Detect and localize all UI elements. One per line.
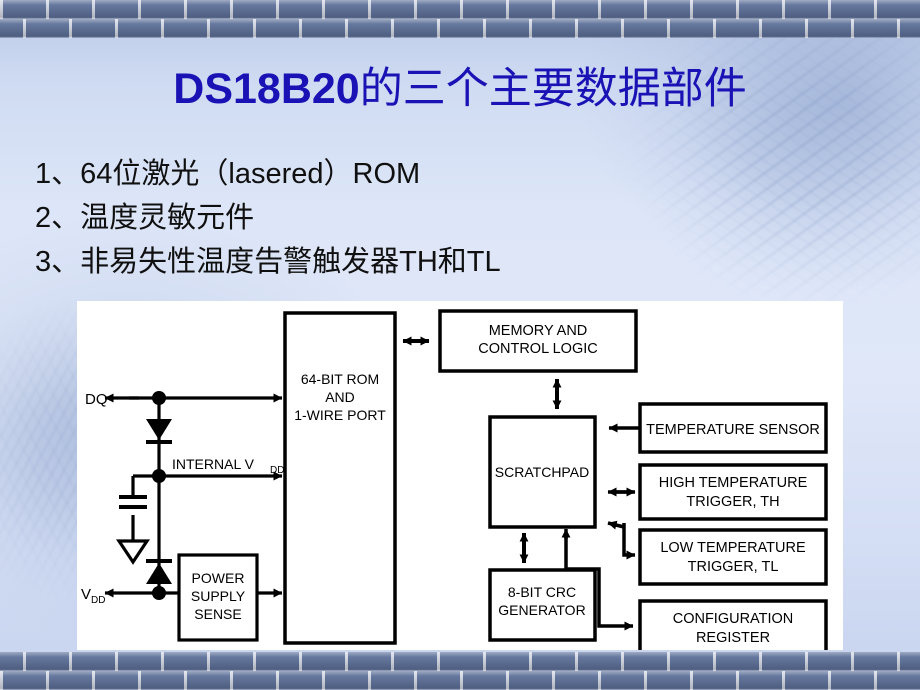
block-label: HIGH TEMPERATURE [659, 475, 808, 491]
list-item: 3、非易失性温度告警触发器TH和TL [35, 246, 501, 278]
junction-dot [152, 469, 166, 483]
page-title-en: DS18B20 [173, 65, 360, 113]
block-high-temperature-trigger: HIGH TEMPERATURE TRIGGER, TH [638, 463, 828, 521]
ground-symbol [116, 539, 150, 565]
diode-lower [146, 559, 172, 584]
pin-label-dq: DQ [85, 391, 108, 408]
block-configuration-register: CONFIGURATION REGISTER [638, 599, 828, 650]
bullet-list: 1、64位激光（lasered）ROM 2、温度灵敏元件 3、非易失性温度告警触… [35, 152, 735, 284]
block-label: CONFIGURATION [673, 611, 794, 627]
internal-vdd-label: INTERNAL V [172, 456, 255, 472]
page-title-cn: 的三个主要数据部件 [359, 65, 747, 113]
junction-dot [152, 391, 166, 405]
block-label: SENSE [194, 606, 241, 622]
block-label: TRIGGER, TL [688, 559, 779, 575]
block-label: 64-BIT ROM [301, 371, 379, 387]
block-label: AND [325, 389, 355, 405]
block-label: CONTROL LOGIC [478, 341, 598, 357]
pin-label-vdd-sub: DD [91, 595, 105, 606]
block-label: POWER [192, 570, 245, 586]
internal-vdd-label-sub: DD [270, 465, 284, 476]
ds18b20-block-diagram: DQ V DD INTERNAL V DD POWER SUPPLY SENSE… [77, 301, 843, 650]
block-label: MEMORY AND [489, 323, 588, 339]
diode-upper [146, 419, 172, 444]
block-rom-1wire-port: 64-BIT ROM AND 1-WIRE PORT [283, 311, 397, 645]
block-power-supply-sense: POWER SUPPLY SENSE [177, 553, 259, 642]
block-low-temperature-trigger: LOW TEMPERATURE TRIGGER, TL [638, 528, 828, 586]
list-item: 1、64位激光（lasered）ROM [35, 158, 421, 190]
page-title: DS18B20的三个主要数据部件 [0, 64, 920, 114]
brick-border-bottom [0, 652, 920, 690]
block-scratchpad: SCRATCHPAD [488, 415, 597, 529]
block-temperature-sensor: TEMPERATURE SENSOR [638, 402, 828, 454]
block-label: LOW TEMPERATURE [660, 540, 806, 556]
brick-border-top [0, 0, 920, 38]
block-label: 8-BIT CRC [508, 584, 576, 600]
block-label: TRIGGER, TH [686, 494, 779, 510]
junction-dot [152, 586, 166, 600]
block-label: GENERATOR [498, 602, 585, 618]
slide-canvas: DS18B20的三个主要数据部件 1、64位激光（lasered）ROM 2、温… [0, 0, 920, 690]
block-label: REGISTER [696, 630, 770, 646]
list-item: 2、温度灵敏元件 [35, 202, 255, 234]
block-label: 1-WIRE PORT [294, 407, 386, 423]
block-crc-generator: 8-BIT CRC GENERATOR [488, 568, 597, 642]
block-label: SUPPLY [191, 588, 246, 604]
block-label: TEMPERATURE SENSOR [646, 422, 820, 438]
pin-label-vdd: V [81, 586, 91, 603]
block-label: SCRATCHPAD [495, 464, 589, 480]
block-memory-control-logic: MEMORY AND CONTROL LOGIC [438, 309, 638, 373]
